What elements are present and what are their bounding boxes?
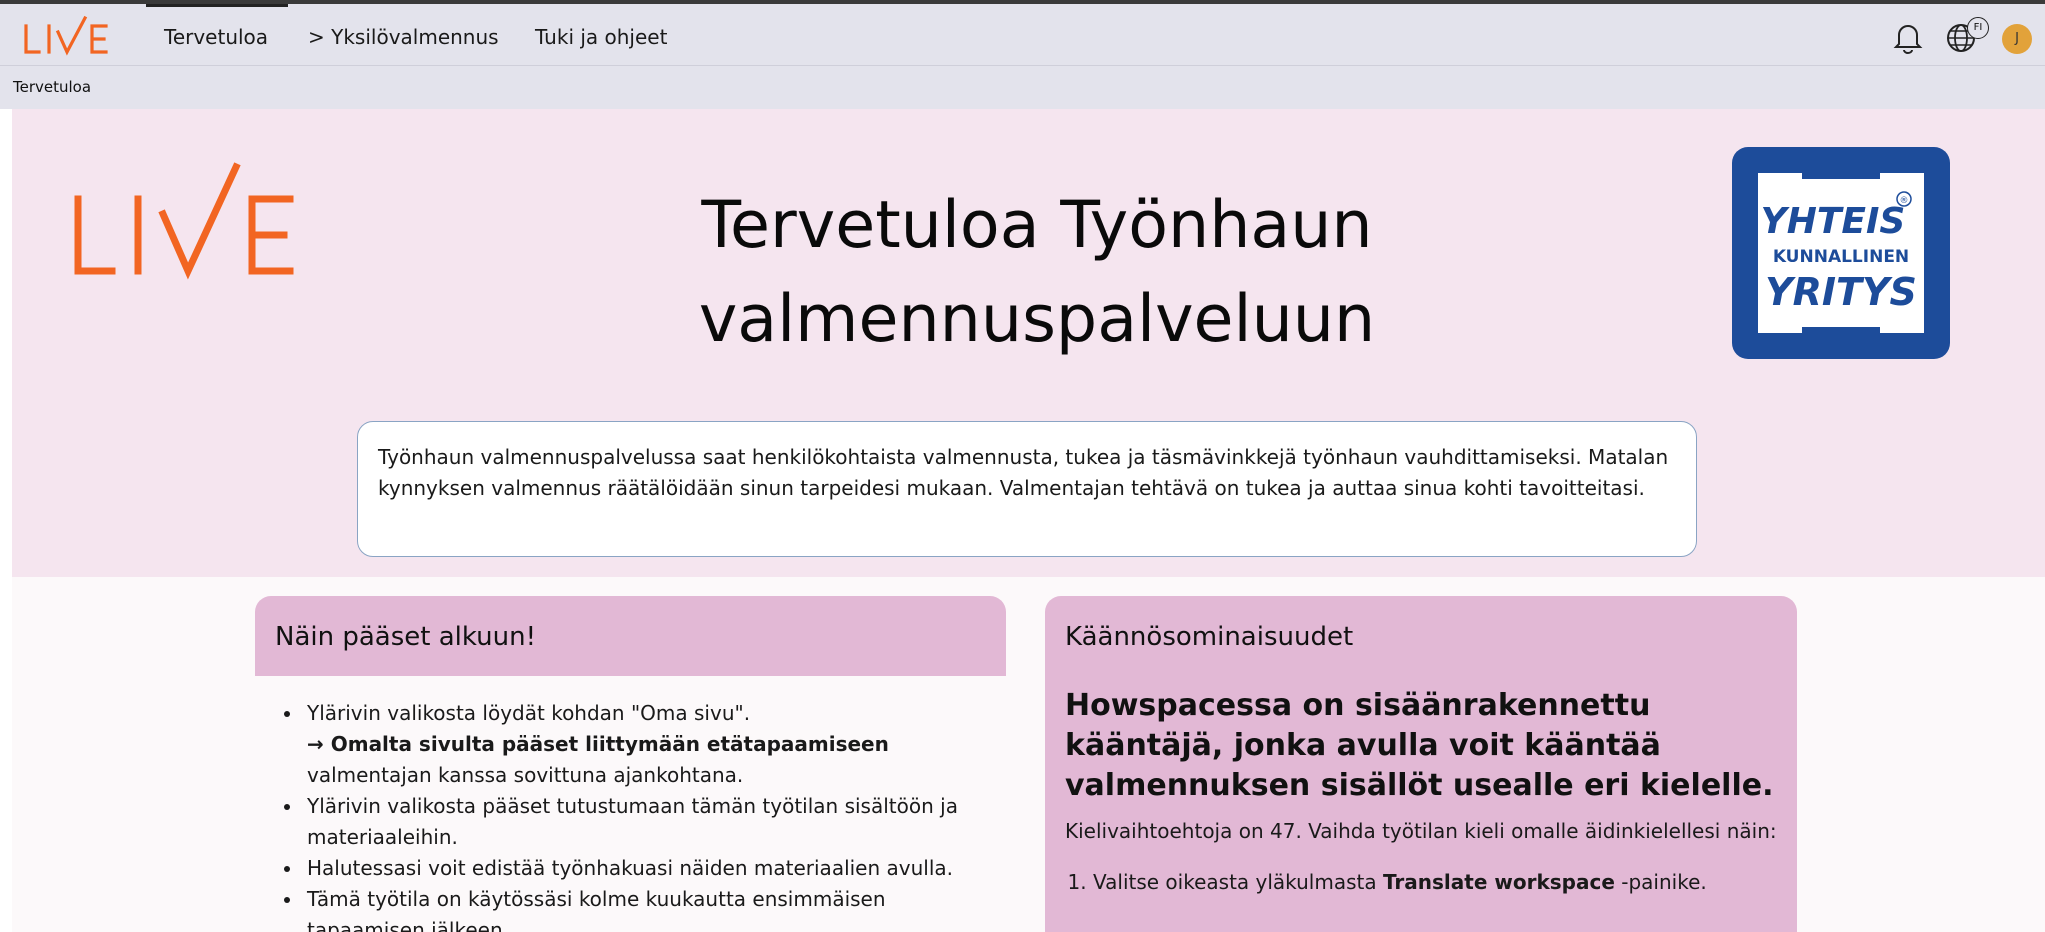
top-navigation: Tervetuloa > Yksilövalmennus Tuki ja ohj… <box>0 4 2045 66</box>
getting-started-title: Näin pääset alkuun! <box>255 596 1006 676</box>
intro-box: Työnhaun valmennuspalvelussa saat henkil… <box>357 421 1697 557</box>
page-title-line2: valmennuspalveluun <box>698 282 1376 357</box>
live-hero-logo <box>74 162 294 280</box>
step-bold: Translate workspace <box>1382 870 1615 894</box>
page-title: Tervetuloa Työnhaun valmennuspalveluun <box>412 179 1662 367</box>
language-badge[interactable]: FI <box>1967 17 1989 39</box>
translation-steps: Valitse oikeasta yläkulmasta Translate w… <box>1065 867 1777 898</box>
list-item-bold: → Omalta sivulta pääset liittymään etäta… <box>307 732 889 756</box>
step-text: Valitse oikeasta yläkulmasta <box>1093 870 1383 894</box>
translation-title: Käännösominaisuudet <box>1065 622 1354 652</box>
active-tab-indicator <box>146 4 288 7</box>
emblem-line3: YRITYS <box>1765 270 1917 314</box>
nav-tab-label: Yksilövalmennus <box>331 25 499 49</box>
list-item-text: valmentajan kanssa sovittuna ajankohtana… <box>307 763 744 787</box>
yhteiskunnallinen-yritys-emblem: YHTEIS ® KUNNALLINEN YRITYS <box>1732 147 1950 359</box>
hero-section: Tervetuloa Työnhaun valmennuspalveluun Y… <box>12 109 2045 577</box>
breadcrumb: Tervetuloa <box>0 66 2045 109</box>
list-item: Tämä työtila on käytössäsi kolme kuukaut… <box>303 884 1006 932</box>
translation-subtitle: Howspacessa on sisäänrakennettu kääntäjä… <box>1065 688 1774 803</box>
nav-tab-tuki-ja-ohjeet[interactable]: Tuki ja ohjeet <box>535 25 667 49</box>
list-item: Ylärivin valikosta pääset tutustumaan tä… <box>303 791 1006 853</box>
step-text: -painike. <box>1614 870 1707 894</box>
translation-card: Käännösominaisuudet Howspacessa on sisää… <box>1045 596 1797 932</box>
nav-tab-tervetuloa[interactable]: Tervetuloa <box>164 25 268 49</box>
list-item-text: Ylärivin valikosta löydät kohdan "Oma si… <box>307 701 751 725</box>
page-title-line1: Tervetuloa Työnhaun <box>701 188 1373 263</box>
live-logo[interactable] <box>22 12 112 58</box>
bell-icon[interactable] <box>1893 20 1923 54</box>
list-item: Halutessasi voit edistää työnhakuasi näi… <box>303 853 1006 884</box>
list-item: Ylärivin valikosta löydät kohdan "Oma si… <box>303 698 1006 791</box>
registered-mark: ® <box>1900 196 1909 206</box>
breadcrumb-item[interactable]: Tervetuloa <box>13 78 91 96</box>
user-avatar[interactable]: J <box>2002 24 2032 54</box>
emblem-line1: YHTEIS <box>1761 201 1906 242</box>
chevron-right-icon: > <box>308 25 325 49</box>
getting-started-card: Näin pääset alkuun! Ylärivin valikosta l… <box>255 596 1006 932</box>
getting-started-list: Ylärivin valikosta löydät kohdan "Oma si… <box>255 698 1006 932</box>
step-item: Valitse oikeasta yläkulmasta Translate w… <box>1093 867 1777 898</box>
emblem-line2: KUNNALLINEN <box>1773 247 1909 267</box>
translation-paragraph: Kielivaihtoehtoja on 47. Vaihda työtilan… <box>1065 819 1777 843</box>
nav-tab-yksilovalmennus[interactable]: > Yksilövalmennus <box>308 25 499 49</box>
